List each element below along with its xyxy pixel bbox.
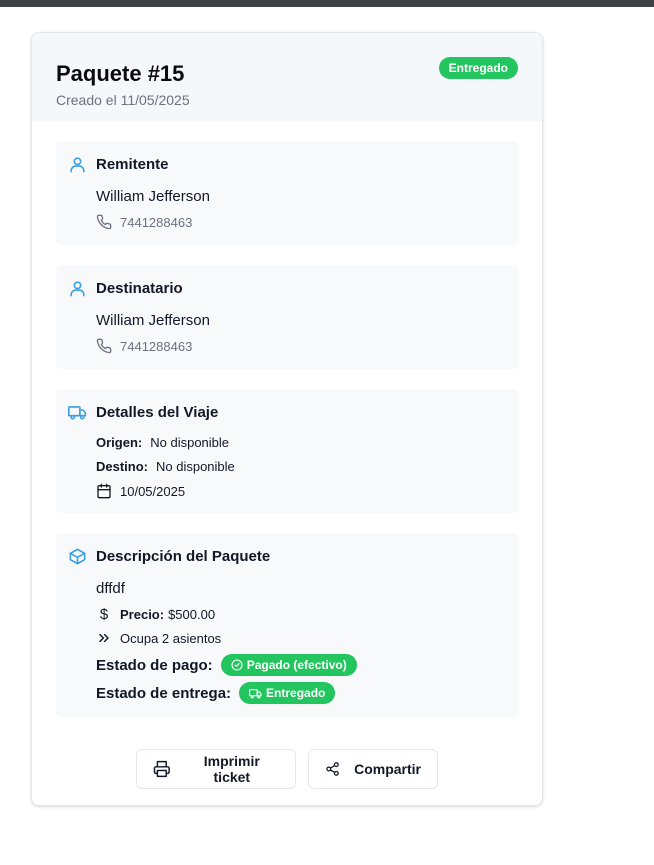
- share-label: Compartir: [354, 761, 421, 777]
- sender-header: Remitente: [68, 155, 169, 174]
- origin-label: Origen:: [96, 435, 143, 450]
- trip-date-row: 10/05/2025: [96, 483, 185, 499]
- sender-phone-row: 7441288463: [96, 214, 192, 230]
- phone-icon: [96, 338, 112, 354]
- delivery-badge-text: Entregado: [266, 686, 326, 700]
- price-label: Precio:: [120, 607, 165, 622]
- description-header: Descripción del Paquete: [68, 547, 270, 566]
- payment-label: Estado de pago:: [96, 656, 213, 674]
- recipient-phone: 7441288463: [120, 338, 193, 354]
- payment-badge-text: Pagado (efectivo): [246, 658, 347, 672]
- destination-row: Destino: No disponible: [96, 459, 235, 474]
- printer-icon: [153, 760, 170, 778]
- recipient-header: Destinatario: [68, 279, 183, 298]
- payment-status-badge: Pagado (efectivo): [220, 654, 357, 676]
- recipient-section: Destinatario William Jefferson 744128846…: [56, 265, 519, 369]
- description-title: Descripción del Paquete: [96, 548, 271, 565]
- print-ticket-label: Imprimir ticket: [203, 753, 260, 785]
- phone-icon: [96, 214, 112, 230]
- truck-icon: [68, 406, 87, 420]
- dollar-icon: $: [99, 606, 109, 623]
- destination-value: No disponible: [156, 459, 235, 474]
- print-ticket-button[interactable]: Imprimir ticket: [136, 749, 296, 789]
- top-bar: [0, 0, 654, 7]
- trip-title: Detalles del Viaje: [96, 404, 219, 421]
- sender-title: Remitente: [96, 156, 169, 173]
- destination-label: Destino:: [96, 459, 148, 474]
- status-badge: Entregado: [438, 57, 518, 79]
- card-header: Paquete #15 Creado el 11/05/2025 Entrega…: [32, 33, 542, 121]
- trip-section: Detalles del Viaje Origen: No disponible…: [56, 389, 519, 513]
- user-icon: [70, 281, 85, 297]
- chevrons-right-icon: [99, 633, 109, 643]
- recipient-phone-row: 7441288463: [96, 338, 192, 354]
- price-value: $500.00: [168, 607, 216, 622]
- price-row: $ Precio: $500.00: [96, 606, 215, 623]
- created-date: Creado el 11/05/2025: [56, 92, 190, 108]
- recipient-title: Destinatario: [96, 280, 183, 297]
- sender-phone: 7441288463: [120, 214, 193, 230]
- recipient-name: William Jefferson: [96, 312, 210, 329]
- user-icon: [70, 157, 85, 173]
- sender-section: Remitente William Jefferson 7441288463: [56, 141, 519, 245]
- page-title: Paquete #15: [56, 61, 185, 86]
- trip-header: Detalles del Viaje: [68, 403, 218, 422]
- delivery-row: Estado de entrega: Entregado: [96, 682, 336, 704]
- trip-date: 10/05/2025: [120, 483, 186, 499]
- payment-row: Estado de pago: Pagado (efectivo): [96, 654, 357, 676]
- package-card: Paquete #15 Creado el 11/05/2025 Entrega…: [31, 32, 543, 806]
- calendar-icon: [97, 483, 111, 499]
- seats-row: Ocupa 2 asientos: [96, 630, 221, 646]
- delivery-label: Estado de entrega:: [96, 684, 232, 702]
- description-text: dffdf: [96, 580, 125, 597]
- share-icon: [326, 762, 339, 776]
- package-icon: [69, 548, 86, 565]
- truck-icon: [249, 688, 262, 698]
- delivery-status-badge: Entregado: [239, 682, 336, 704]
- share-button[interactable]: Compartir: [308, 749, 438, 789]
- origin-value: No disponible: [150, 435, 230, 450]
- origin-row: Origen: No disponible: [96, 435, 229, 450]
- description-section: Descripción del Paquete dffdf $ Precio: …: [56, 533, 519, 717]
- check-circle-icon: [231, 659, 243, 671]
- seats-text: Ocupa 2 asientos: [120, 630, 222, 646]
- sender-name: William Jefferson: [96, 188, 210, 205]
